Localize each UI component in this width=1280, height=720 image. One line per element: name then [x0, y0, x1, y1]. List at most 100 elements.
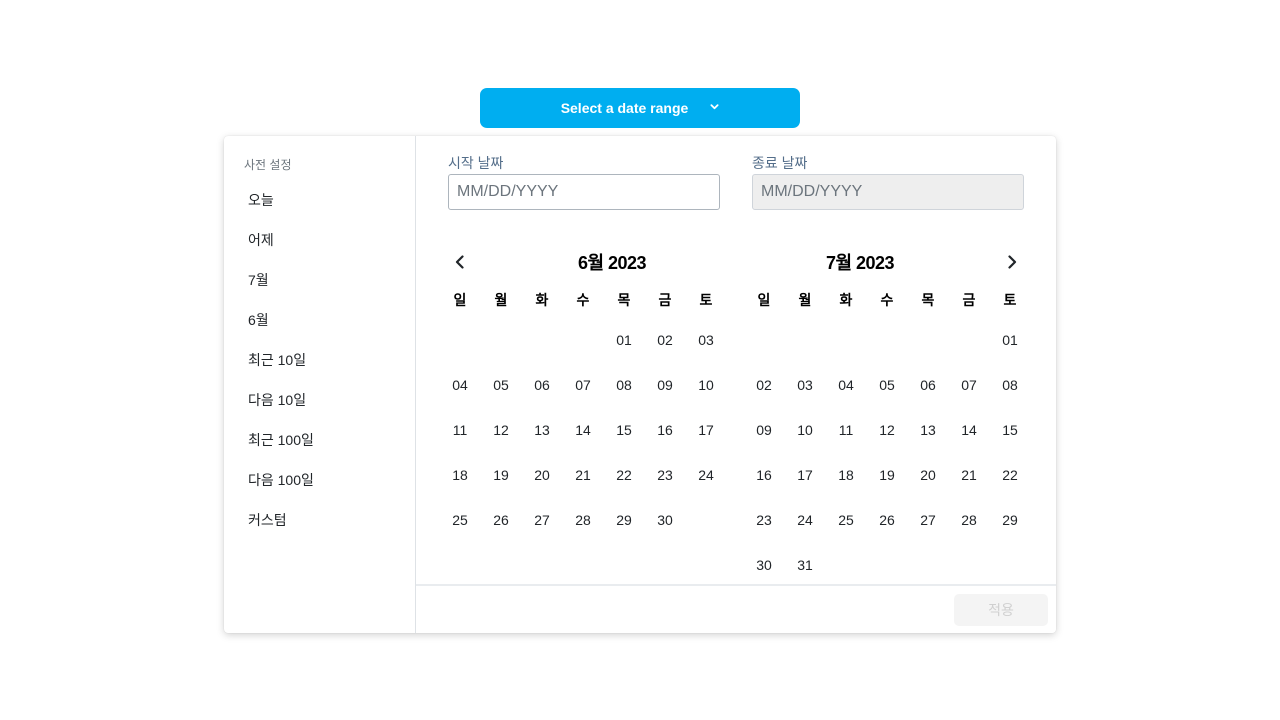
calendar-day[interactable]: 04: [445, 370, 475, 400]
calendar-day[interactable]: 12: [872, 415, 902, 445]
calendar-day[interactable]: 22: [995, 460, 1025, 490]
calendar-day[interactable]: 29: [609, 505, 639, 535]
calendar-day[interactable]: 06: [527, 370, 557, 400]
weekday-header: 일: [757, 292, 771, 308]
calendar-day[interactable]: 11: [445, 415, 475, 445]
calendar-day[interactable]: 13: [527, 415, 557, 445]
date-range-dropdown-button[interactable]: Select a date range: [480, 88, 800, 128]
calendar-day[interactable]: 07: [954, 370, 984, 400]
calendar-day[interactable]: 15: [995, 415, 1025, 445]
apply-button[interactable]: 적용: [954, 594, 1048, 626]
start-date-input[interactable]: [448, 174, 720, 210]
calendar-day[interactable]: 07: [568, 370, 598, 400]
calendar-day[interactable]: 27: [913, 505, 943, 535]
preset-custom[interactable]: 커스텀: [248, 510, 287, 530]
date-range-button-label: Select a date range: [560, 100, 689, 116]
calendar-day[interactable]: 23: [749, 505, 779, 535]
calendar-day[interactable]: 28: [568, 505, 598, 535]
calendar-day[interactable]: 28: [954, 505, 984, 535]
weekday-header: 토: [699, 292, 713, 308]
end-date-input[interactable]: [752, 174, 1024, 210]
calendar-day[interactable]: 08: [995, 370, 1025, 400]
calendar-day[interactable]: 26: [872, 505, 902, 535]
prev-month-button[interactable]: [448, 250, 472, 274]
calendar-day[interactable]: 19: [872, 460, 902, 490]
start-date-label: 시작 날짜: [448, 155, 504, 171]
calendar-day[interactable]: 03: [790, 370, 820, 400]
preset-last-100-days[interactable]: 최근 100일: [248, 430, 314, 450]
calendar-day[interactable]: 06: [913, 370, 943, 400]
calendar-day[interactable]: 25: [831, 505, 861, 535]
calendar-day[interactable]: 02: [650, 325, 680, 355]
calendar-day[interactable]: 01: [609, 325, 639, 355]
weekday-header: 일: [453, 292, 467, 308]
calendar-day[interactable]: 24: [790, 505, 820, 535]
weekday-header: 목: [617, 292, 631, 308]
chevron-right-icon: [1008, 255, 1017, 269]
calendar-day[interactable]: 10: [790, 415, 820, 445]
calendar-day[interactable]: 21: [954, 460, 984, 490]
calendar-day[interactable]: 20: [527, 460, 557, 490]
calendar-day[interactable]: 04: [831, 370, 861, 400]
calendar-day[interactable]: 15: [609, 415, 639, 445]
calendar-day[interactable]: 29: [995, 505, 1025, 535]
calendar-day[interactable]: 22: [609, 460, 639, 490]
month-title-june: 6월 2023: [577, 253, 647, 273]
chevron-left-icon: [455, 255, 464, 269]
calendar-day[interactable]: 30: [650, 505, 680, 535]
end-date-label: 종료 날짜: [752, 155, 808, 171]
calendar-day[interactable]: 26: [486, 505, 516, 535]
calendar-day[interactable]: 03: [691, 325, 721, 355]
preset-july[interactable]: 7월: [248, 270, 269, 290]
calendar-day[interactable]: 14: [568, 415, 598, 445]
calendar-day[interactable]: 30: [749, 550, 779, 580]
preset-sidebar: 사전 설정 오늘 어제 7월 6월 최근 10일 다음 10일 최근 100일 …: [224, 136, 416, 633]
calendar-day[interactable]: 10: [691, 370, 721, 400]
calendar-day[interactable]: 09: [650, 370, 680, 400]
preset-next-10-days[interactable]: 다음 10일: [248, 390, 306, 410]
calendar-day[interactable]: 25: [445, 505, 475, 535]
calendar-day[interactable]: 17: [691, 415, 721, 445]
calendar-day[interactable]: 31: [790, 550, 820, 580]
weekday-header: 월: [798, 292, 812, 308]
calendar-day[interactable]: 14: [954, 415, 984, 445]
weekday-header: 화: [535, 292, 549, 308]
calendar-day[interactable]: 08: [609, 370, 639, 400]
calendar-day[interactable]: 27: [527, 505, 557, 535]
calendar-day[interactable]: 19: [486, 460, 516, 490]
next-month-button[interactable]: [1000, 250, 1024, 274]
calendar-day[interactable]: 01: [995, 325, 1025, 355]
preset-june[interactable]: 6월: [248, 310, 269, 330]
calendar-day[interactable]: 02: [749, 370, 779, 400]
month-title-july: 7월 2023: [825, 253, 895, 273]
calendar-day[interactable]: 21: [568, 460, 598, 490]
preset-last-10-days[interactable]: 최근 10일: [248, 350, 306, 370]
weekday-header: 월: [494, 292, 508, 308]
calendar-day[interactable]: 18: [831, 460, 861, 490]
weekday-header: 토: [1003, 292, 1017, 308]
calendar-day[interactable]: 23: [650, 460, 680, 490]
chevron-down-icon: [710, 103, 719, 109]
date-range-panel: 사전 설정 오늘 어제 7월 6월 최근 10일 다음 10일 최근 100일 …: [224, 136, 1056, 633]
calendar-day[interactable]: 18: [445, 460, 475, 490]
calendar-day[interactable]: 24: [691, 460, 721, 490]
calendar-day[interactable]: 20: [913, 460, 943, 490]
preset-sidebar-title: 사전 설정: [244, 158, 292, 172]
calendar-day[interactable]: 13: [913, 415, 943, 445]
calendar-day[interactable]: 05: [486, 370, 516, 400]
panel-footer: 적용: [416, 584, 1056, 633]
calendar-day[interactable]: 09: [749, 415, 779, 445]
preset-yesterday[interactable]: 어제: [248, 230, 274, 250]
calendar-day[interactable]: 11: [831, 415, 861, 445]
preset-today[interactable]: 오늘: [248, 190, 274, 210]
weekday-header: 금: [658, 292, 672, 308]
calendar-day[interactable]: 05: [872, 370, 902, 400]
calendar-day[interactable]: 16: [749, 460, 779, 490]
weekday-header: 수: [880, 292, 894, 308]
weekday-header: 금: [962, 292, 976, 308]
preset-next-100-days[interactable]: 다음 100일: [248, 470, 314, 490]
calendar-day[interactable]: 16: [650, 415, 680, 445]
weekday-header: 목: [921, 292, 935, 308]
calendar-day[interactable]: 17: [790, 460, 820, 490]
calendar-day[interactable]: 12: [486, 415, 516, 445]
